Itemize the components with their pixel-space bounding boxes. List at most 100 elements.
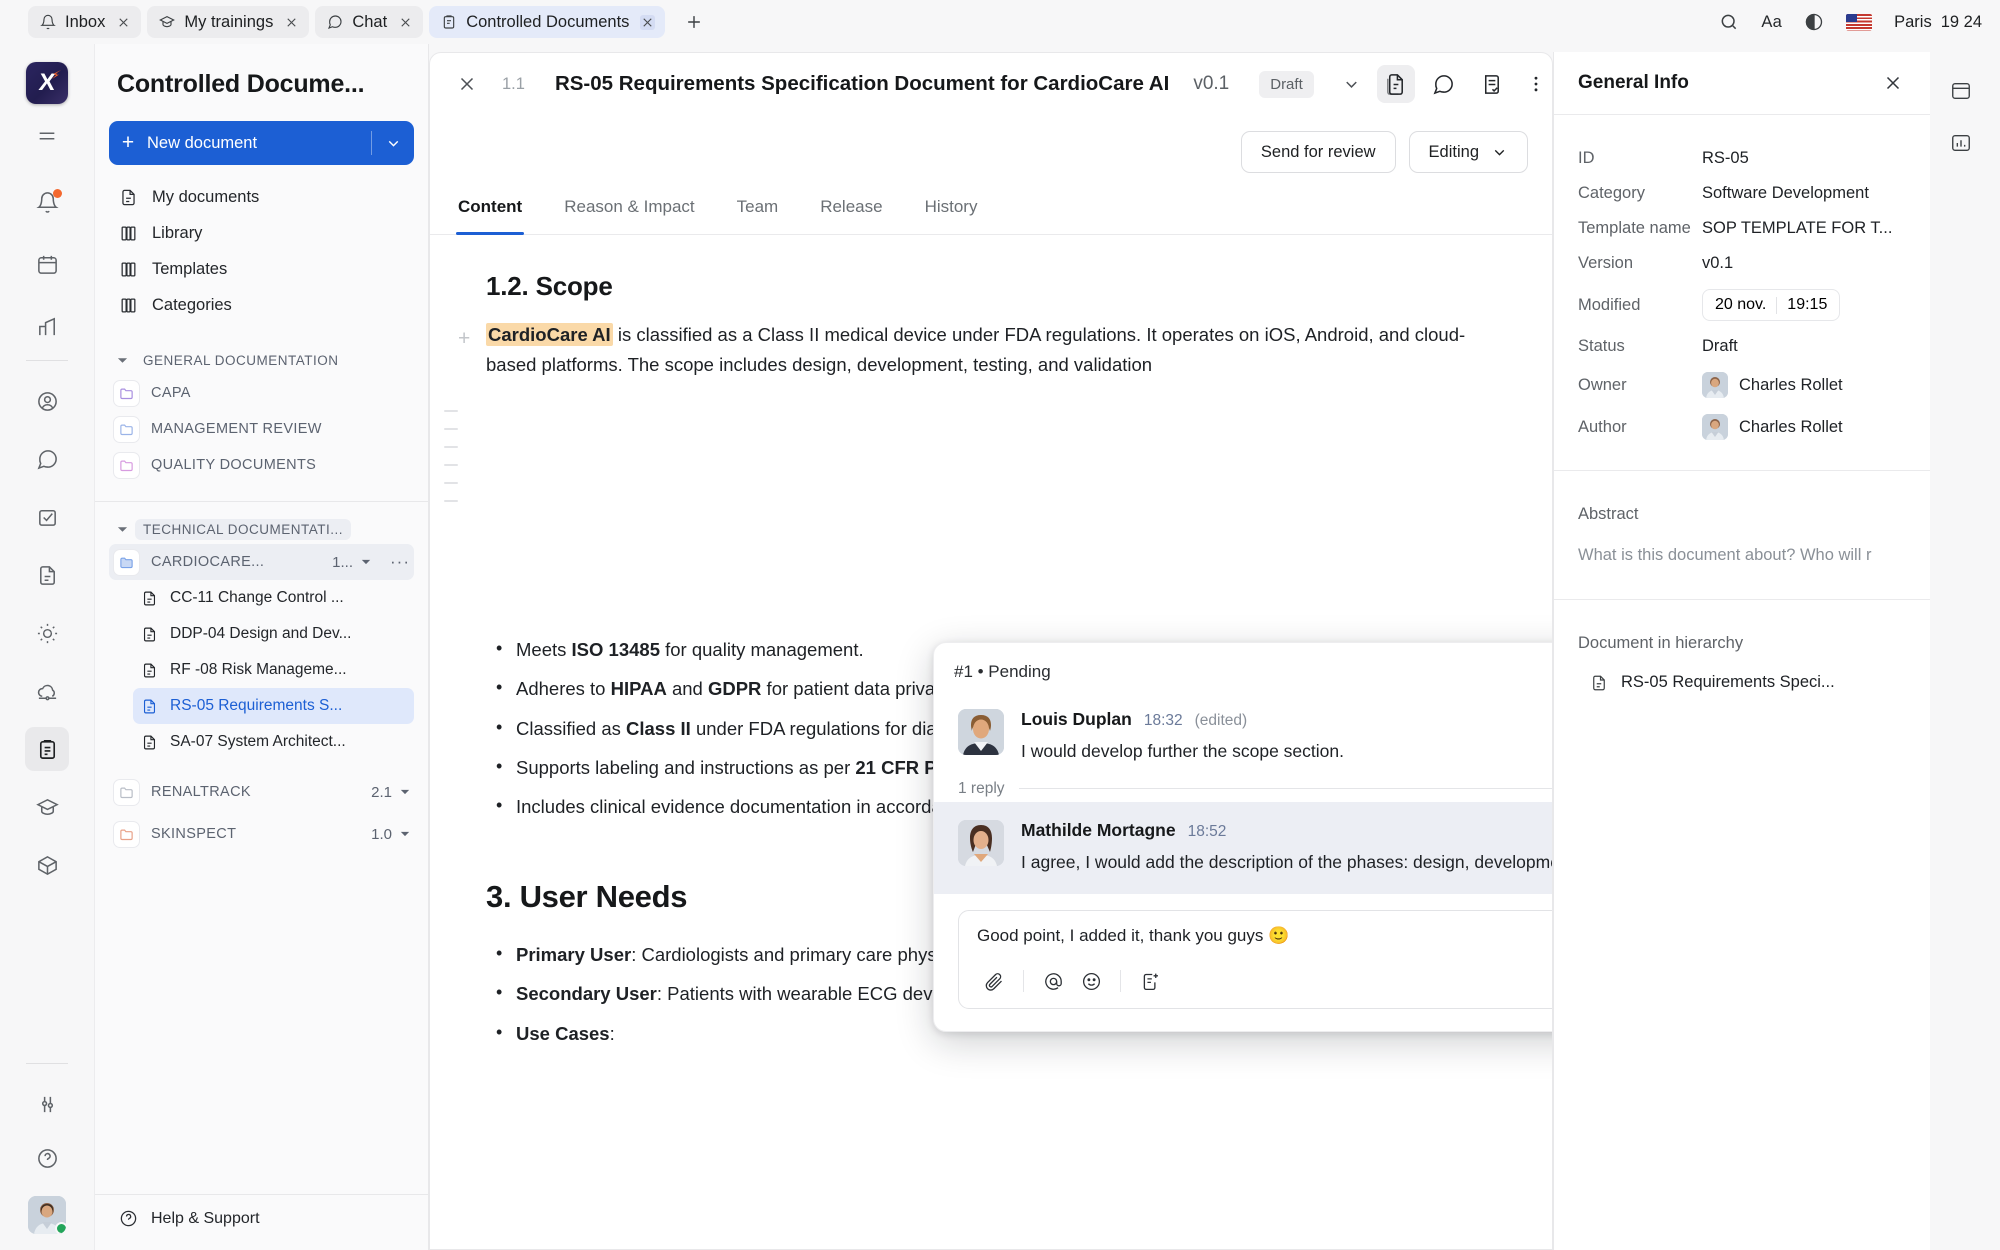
insert-task-icon[interactable] — [1133, 964, 1167, 998]
tab-team[interactable]: Team — [735, 189, 781, 234]
close-icon[interactable] — [116, 15, 131, 30]
sidebar-item-templates[interactable]: Templates — [109, 251, 414, 287]
modified-datetime-pill[interactable]: 20 nov. 19:15 — [1702, 289, 1840, 321]
notifications-icon[interactable] — [25, 180, 69, 224]
chevron-down-icon[interactable] — [400, 787, 410, 797]
tab-release[interactable]: Release — [818, 189, 884, 234]
document-item-cc-11[interactable]: CC-11 Change Control ... — [133, 580, 414, 616]
training-icon[interactable] — [25, 785, 69, 829]
more-options-icon[interactable] — [1521, 65, 1551, 103]
attachment-icon[interactable] — [977, 964, 1011, 998]
comment-input[interactable]: Good point, I added it, thank you guys 🙂 — [977, 926, 1552, 946]
calendar-icon[interactable] — [25, 242, 69, 286]
close-icon[interactable] — [398, 15, 413, 30]
us-flag-icon[interactable] — [1846, 14, 1872, 31]
contrast-icon[interactable] — [1804, 12, 1824, 32]
sidebar-item-categories[interactable]: Categories — [109, 287, 414, 323]
editing-mode-button[interactable]: Editing — [1409, 131, 1528, 173]
chevron-down-icon[interactable] — [361, 557, 371, 567]
folder-version[interactable]: 1.0 — [371, 826, 414, 843]
new-tab-button[interactable] — [679, 7, 709, 37]
abstract-input[interactable]: What is this document about? Who will r — [1578, 546, 1906, 565]
new-document-button[interactable]: + New document — [109, 121, 414, 165]
info-field-id: ID RS-05 — [1578, 141, 1906, 176]
browser-tab-controlled-documents[interactable]: Controlled Documents — [429, 6, 665, 38]
mention-icon[interactable] — [1036, 964, 1070, 998]
document-header-actions — [1377, 65, 1551, 103]
folder-management-review[interactable]: MANAGEMENT REVIEW — [109, 411, 414, 447]
close-icon[interactable] — [1880, 70, 1906, 96]
sidebar-item-my-documents[interactable]: My documents — [109, 179, 414, 215]
field-value[interactable]: Charles Rollet — [1702, 372, 1843, 398]
account-icon[interactable] — [25, 379, 69, 423]
reports-panel-icon[interactable] — [1942, 124, 1980, 162]
group-header[interactable]: GENERAL DOCUMENTATION — [109, 345, 414, 375]
abstract-title: Abstract — [1578, 505, 1906, 524]
browser-tab-my-trainings[interactable]: My trainings — [147, 6, 309, 38]
documents-icon[interactable] — [25, 553, 69, 597]
chevron-down-icon[interactable] — [113, 355, 131, 366]
close-icon[interactable] — [640, 15, 655, 30]
company-icon[interactable] — [25, 304, 69, 348]
sidebar-item-library[interactable]: Library — [109, 215, 414, 251]
tasks-icon[interactable] — [25, 495, 69, 539]
add-block-icon[interactable]: + — [458, 322, 470, 356]
group-header[interactable]: TECHNICAL DOCUMENTATI... — [109, 514, 414, 544]
chevron-down-icon[interactable] — [400, 829, 410, 839]
search-icon[interactable] — [1719, 12, 1739, 32]
bell-icon — [40, 14, 56, 30]
emoji-icon[interactable] — [1074, 964, 1108, 998]
folder-renaltrack[interactable]: RENALTRACK 2.1 — [109, 774, 414, 810]
field-value: Software Development — [1702, 184, 1869, 203]
document-item-rs-05[interactable]: RS-05 Requirements S... — [133, 688, 414, 724]
hierarchy-document-item[interactable]: RS-05 Requirements Speci... — [1578, 673, 1906, 692]
controlled-documents-icon[interactable] — [25, 727, 69, 771]
menu-icon[interactable] — [25, 114, 69, 158]
document-item-sa-07[interactable]: SA-07 System Architect... — [133, 724, 414, 760]
field-value[interactable]: Charles Rollet — [1702, 414, 1843, 440]
tab-content[interactable]: Content — [456, 189, 524, 234]
browser-tab-chat[interactable]: Chat — [315, 6, 423, 38]
user-avatar[interactable] — [28, 1196, 66, 1234]
send-for-review-button[interactable]: Send for review — [1241, 131, 1396, 173]
document-view-icon[interactable] — [1377, 65, 1415, 103]
folder-capa[interactable]: CAPA — [109, 375, 414, 411]
chevron-down-icon[interactable] — [1342, 75, 1361, 94]
comments-icon[interactable] — [1425, 65, 1463, 103]
sun-icon[interactable] — [25, 611, 69, 655]
products-icon[interactable] — [25, 843, 69, 887]
scope-paragraph[interactable]: + CardioCare AI is classified as a Class… — [486, 320, 1496, 380]
archive-panel-icon[interactable] — [1942, 72, 1980, 110]
sidebar-group-general-documentation: GENERAL DOCUMENTATION CAPA MANAGEMENT RE… — [109, 345, 414, 483]
folder-quality-documents[interactable]: QUALITY DOCUMENTS — [109, 447, 414, 483]
abstract-section[interactable]: Abstract What is this document about? Wh… — [1554, 470, 1930, 599]
chat-icon[interactable] — [25, 437, 69, 481]
document-icon — [141, 662, 158, 679]
tab-reason-impact[interactable]: Reason & Impact — [562, 189, 696, 234]
close-icon[interactable] — [456, 71, 478, 97]
folder-more-options-icon[interactable]: ··· — [386, 552, 414, 572]
document-item-ddp-04[interactable]: DDP-04 Design and Dev... — [133, 616, 414, 652]
browser-tab-inbox[interactable]: Inbox — [28, 6, 141, 38]
folder-version[interactable]: 2.1 — [371, 784, 414, 801]
close-icon[interactable] — [284, 15, 299, 30]
bullet-text-post: for quality management. — [660, 639, 864, 660]
folder-skinspect[interactable]: SKINSPECT 1.0 — [109, 816, 414, 852]
chevron-down-icon[interactable] — [372, 135, 414, 152]
app-logo[interactable]: X — [26, 62, 68, 104]
info-field-modified: Modified 20 nov. 19:15 — [1578, 281, 1906, 329]
document-item-rf-08[interactable]: RF -08 Risk Manageme... — [133, 652, 414, 688]
help-support-button[interactable]: Help & Support — [119, 1209, 428, 1228]
folder-version[interactable]: 1... — [332, 554, 375, 571]
help-circle-icon[interactable] — [25, 1136, 69, 1180]
text-size-button[interactable]: Aa — [1761, 13, 1782, 32]
comment-composer[interactable]: Good point, I added it, thank you guys 🙂 — [958, 910, 1552, 1009]
settings-sliders-icon[interactable] — [25, 1082, 69, 1126]
chevron-down-icon[interactable] — [113, 524, 131, 535]
tab-history[interactable]: History — [923, 189, 980, 234]
comment-thread-popup[interactable]: #1 • Pending — [933, 642, 1552, 1032]
document-body[interactable]: 1.2. Scope + CardioCare AI is classified… — [430, 235, 1552, 1249]
folder-cardiocare[interactable]: CARDIOCARE... 1... ··· — [109, 544, 414, 580]
review-checklist-icon[interactable] — [1473, 65, 1511, 103]
cloud-icon[interactable] — [25, 669, 69, 713]
